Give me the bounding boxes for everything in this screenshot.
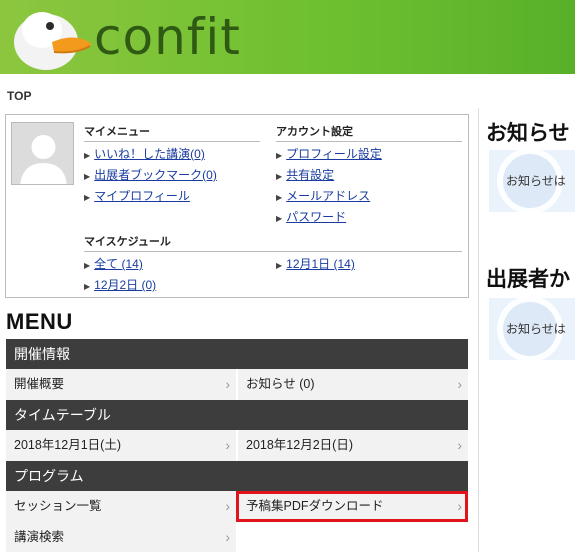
avatar — [11, 122, 74, 185]
right-sidebar: お知らせ お知らせは 出展者か お知らせは — [478, 108, 575, 552]
exhibitor-notice: お知らせは — [489, 298, 575, 360]
menu-item-label: 講演検索 — [14, 530, 65, 544]
bullet-icon: ▶ — [84, 261, 91, 270]
schedule-dec1-link[interactable]: 12月1日 (14) — [286, 257, 355, 271]
news-notice-text: お知らせは — [506, 174, 566, 188]
schedule-all-link[interactable]: 全て (14) — [94, 257, 143, 271]
my-menu-title: マイメニュー — [84, 123, 260, 142]
breadcrumb[interactable]: TOP — [7, 89, 31, 103]
menu-row: 2018年12月1日(土) › 2018年12月2日(日) › — [6, 430, 468, 461]
section-header-program: プログラム — [6, 461, 468, 491]
session-list-item[interactable]: セッション一覧 › — [6, 491, 236, 522]
menu-item-label: 2018年12月2日(日) — [246, 438, 353, 452]
bullet-icon: ▶ — [276, 261, 283, 270]
news-notice: お知らせは — [489, 150, 575, 212]
chevron-right-icon: › — [225, 498, 230, 514]
menu-item-label: 予稿集PDFダウンロード — [246, 499, 384, 513]
menu-item-label: 2018年12月1日(土) — [14, 438, 121, 452]
section-header-timetable: タイムテーブル — [6, 400, 468, 430]
logo-text: confit — [94, 8, 241, 66]
bullet-icon: ▶ — [84, 151, 91, 160]
list-item: ▶ 12月1日 (14) — [276, 255, 355, 276]
bullet-icon: ▶ — [276, 172, 283, 181]
bullet-icon: ▶ — [84, 282, 91, 291]
news-heading: お知らせ — [486, 122, 570, 145]
menu-title: MENU — [6, 309, 73, 334]
list-item: ▶ 12月2日 (0) — [84, 276, 156, 297]
chevron-right-icon: › — [225, 376, 230, 392]
account-settings-title: アカウント設定 — [276, 123, 462, 142]
event-overview-item[interactable]: 開催概要 › — [6, 369, 236, 400]
my-profile-link[interactable]: マイプロフィール — [94, 189, 190, 203]
list-item: ▶ 出展者ブックマーク(0) — [84, 166, 217, 187]
proceedings-pdf-download-item[interactable]: 予稿集PDFダウンロード › — [236, 491, 468, 522]
menu-row: セッション一覧 › 予稿集PDFダウンロード › — [6, 491, 468, 522]
list-item: ▶ パスワード — [276, 208, 382, 229]
chevron-right-icon: › — [457, 376, 462, 392]
bullet-icon: ▶ — [84, 193, 91, 202]
email-address-link[interactable]: メールアドレス — [286, 189, 370, 203]
news-item[interactable]: お知らせ (0) › — [236, 369, 468, 400]
bullet-icon: ▶ — [276, 193, 283, 202]
list-item: ▶ いいね！した講演(0) — [84, 145, 217, 166]
liked-talks-link[interactable]: いいね！した講演(0) — [94, 147, 205, 161]
section-header-event-info: 開催情報 — [6, 339, 468, 369]
menu-item-label: お知らせ (0) — [246, 377, 315, 391]
share-settings-link[interactable]: 共有設定 — [286, 168, 334, 182]
account-settings-list: ▶ プロフィール設定 ▶ 共有設定 ▶ メールアドレス ▶ パスワード — [276, 145, 382, 229]
exhibitor-heading: 出展者か — [486, 268, 570, 291]
bullet-icon: ▶ — [276, 214, 283, 223]
bullet-icon: ▶ — [84, 172, 91, 181]
list-item: ▶ マイプロフィール — [84, 187, 217, 208]
chevron-right-icon: › — [225, 437, 230, 453]
profile-settings-link[interactable]: プロフィール設定 — [286, 147, 382, 161]
timetable-dec1-item[interactable]: 2018年12月1日(土) › — [6, 430, 236, 461]
exhibitor-notice-text: お知らせは — [506, 322, 566, 336]
site-header: confit — [0, 0, 575, 74]
timetable-dec2-item[interactable]: 2018年12月2日(日) › — [236, 430, 468, 461]
menu-item-label: セッション一覧 — [14, 499, 102, 513]
list-item: ▶ メールアドレス — [276, 187, 382, 208]
list-item: ▶ 全て (14) — [84, 255, 156, 276]
chevron-right-icon: › — [457, 437, 462, 453]
empty-cell — [236, 522, 468, 552]
main-menu: 開催情報 開催概要 › お知らせ (0) › タイムテーブル 2018年12月1日(… — [6, 339, 468, 552]
my-menu-panel: マイメニュー ▶ いいね！した講演(0) ▶ 出展者ブックマーク(0) ▶ マイプロフ… — [5, 114, 469, 298]
list-item: ▶ 共有設定 — [276, 166, 382, 187]
chevron-right-icon: › — [457, 498, 462, 514]
my-schedule-list-right: ▶ 12月1日 (14) — [276, 255, 355, 276]
menu-item-label: 開催概要 — [14, 377, 65, 391]
duck-icon — [14, 12, 92, 70]
exhibitor-bookmark-link[interactable]: 出展者ブックマーク(0) — [94, 168, 217, 182]
user-silhouette-icon — [12, 123, 73, 184]
menu-row: 講演検索 › — [6, 522, 468, 552]
list-item: ▶ プロフィール設定 — [276, 145, 382, 166]
schedule-dec2-link[interactable]: 12月2日 (0) — [94, 278, 156, 292]
my-schedule-title: マイスケジュール — [84, 233, 462, 252]
talk-search-item[interactable]: 講演検索 › — [6, 522, 236, 552]
my-schedule-list: ▶ 全て (14) ▶ 12月2日 (0) — [84, 255, 156, 297]
confit-logo[interactable]: confit — [12, 2, 252, 72]
chevron-right-icon: › — [225, 529, 230, 545]
password-link[interactable]: パスワード — [286, 210, 346, 224]
bullet-icon: ▶ — [276, 151, 283, 160]
my-menu-list: ▶ いいね！した講演(0) ▶ 出展者ブックマーク(0) ▶ マイプロフィール — [84, 145, 217, 208]
menu-row: 開催概要 › お知らせ (0) › — [6, 369, 468, 400]
